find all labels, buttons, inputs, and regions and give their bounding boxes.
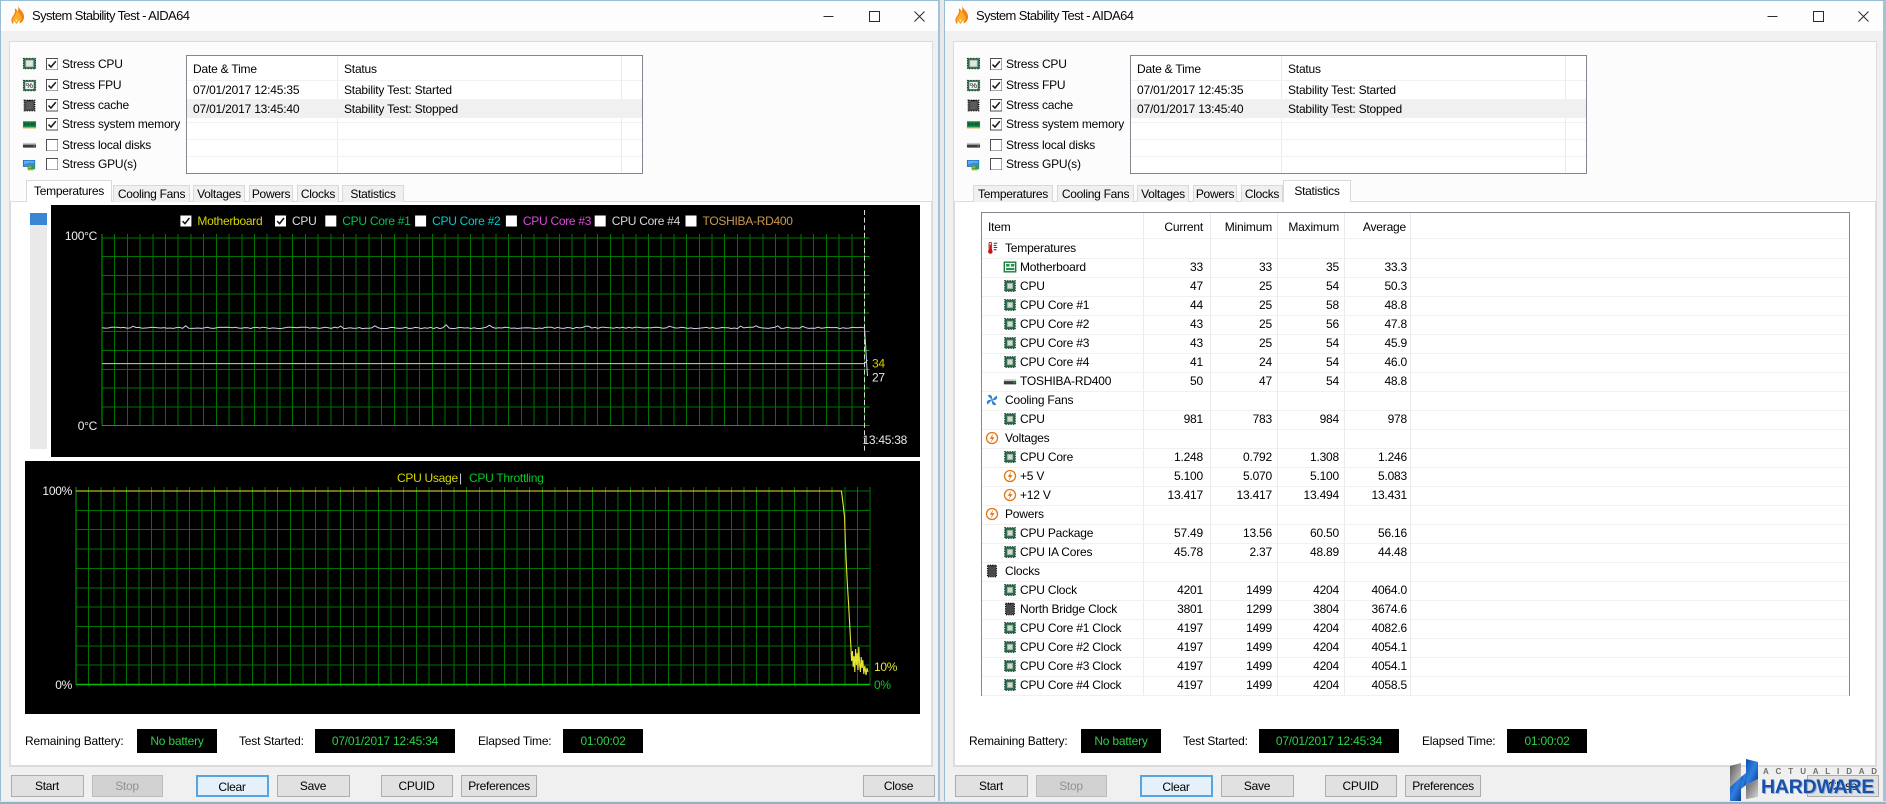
svg-text:CPU Core #3: CPU Core #3 <box>523 214 592 228</box>
svg-text:100°C: 100°C <box>65 229 98 243</box>
svg-text:TOSHIBA-RD400: TOSHIBA-RD400 <box>703 214 794 228</box>
svg-text:0%: 0% <box>874 678 891 692</box>
svg-text:|: | <box>459 471 462 485</box>
svg-text:27: 27 <box>872 371 885 385</box>
svg-text:34: 34 <box>872 357 885 371</box>
svg-text:13:45:38: 13:45:38 <box>863 433 908 447</box>
svg-text:%: % <box>970 81 977 89</box>
svg-text:0%: 0% <box>55 678 72 692</box>
svg-text:CPU Usage: CPU Usage <box>397 471 458 485</box>
svg-text:Motherboard: Motherboard <box>197 214 262 228</box>
svg-text:CPU Core #4: CPU Core #4 <box>612 214 681 228</box>
svg-text:0°C: 0°C <box>78 419 98 433</box>
svg-text:CPU Core #1: CPU Core #1 <box>342 214 411 228</box>
svg-text:%: % <box>26 81 33 89</box>
svg-text:CPU Core #2: CPU Core #2 <box>432 214 501 228</box>
svg-text:10%: 10% <box>874 660 898 674</box>
svg-text:CPU: CPU <box>292 214 317 228</box>
svg-text:CPU Throttling: CPU Throttling <box>469 471 544 485</box>
svg-text:100%: 100% <box>42 484 72 498</box>
